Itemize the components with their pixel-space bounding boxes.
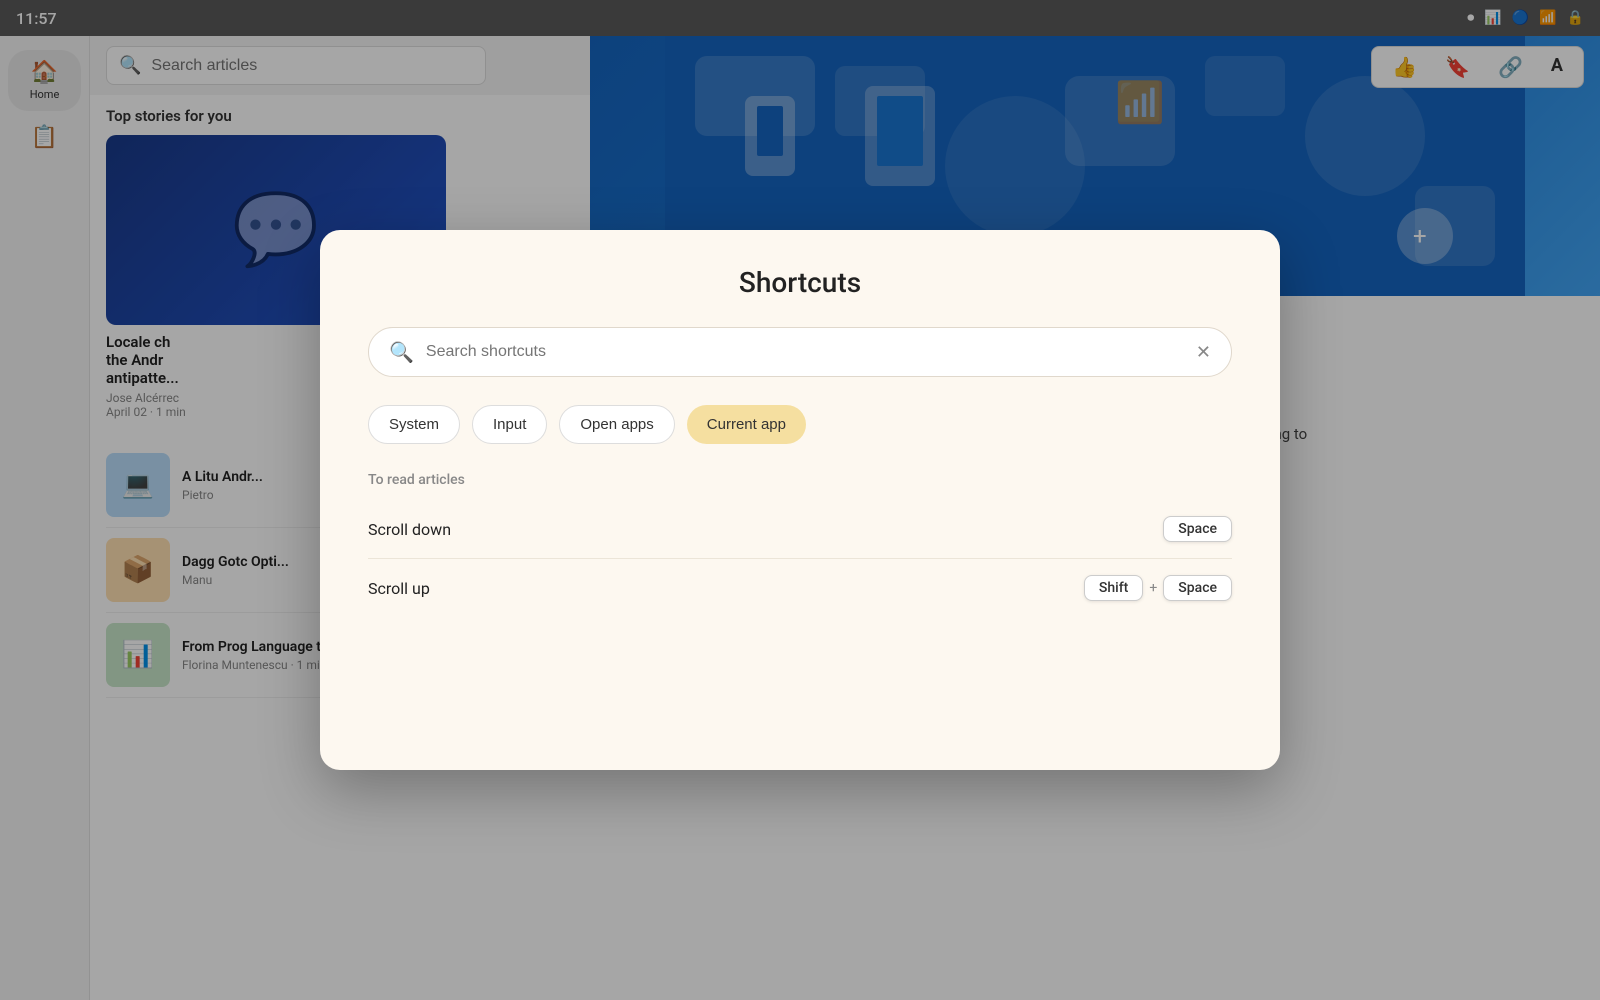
modal-search-input[interactable] <box>426 343 1196 361</box>
shortcut-scroll-down-label: Scroll down <box>368 520 451 539</box>
shortcut-scroll-down: Scroll down Space <box>368 500 1232 559</box>
overlay[interactable]: Shortcuts 🔍 ✕ System Input Open apps Cur… <box>0 0 1600 1000</box>
modal-search-bar[interactable]: 🔍 ✕ <box>368 327 1232 377</box>
filter-tabs: System Input Open apps Current app <box>368 405 1232 444</box>
shortcut-scroll-down-keys: Space <box>1163 516 1232 542</box>
shortcut-section-read-articles: To read articles Scroll down Space Scrol… <box>368 472 1232 617</box>
shortcut-scroll-up-label: Scroll up <box>368 579 430 598</box>
clear-search-button[interactable]: ✕ <box>1196 342 1211 363</box>
modal-search-icon: 🔍 <box>389 340 414 364</box>
shortcuts-modal: Shortcuts 🔍 ✕ System Input Open apps Cur… <box>320 230 1280 770</box>
tab-current-app[interactable]: Current app <box>687 405 806 444</box>
key-plus-symbol: + <box>1149 580 1157 596</box>
key-space-2: Space <box>1163 575 1232 601</box>
modal-title: Shortcuts <box>368 266 1232 299</box>
tab-input[interactable]: Input <box>472 405 547 444</box>
key-space: Space <box>1163 516 1232 542</box>
tab-open-apps[interactable]: Open apps <box>559 405 674 444</box>
key-shift: Shift <box>1084 575 1143 601</box>
section-title-read-articles: To read articles <box>368 472 1232 488</box>
shortcut-scroll-up-keys: Shift + Space <box>1084 575 1232 601</box>
tab-system[interactable]: System <box>368 405 460 444</box>
shortcut-scroll-up: Scroll up Shift + Space <box>368 559 1232 617</box>
